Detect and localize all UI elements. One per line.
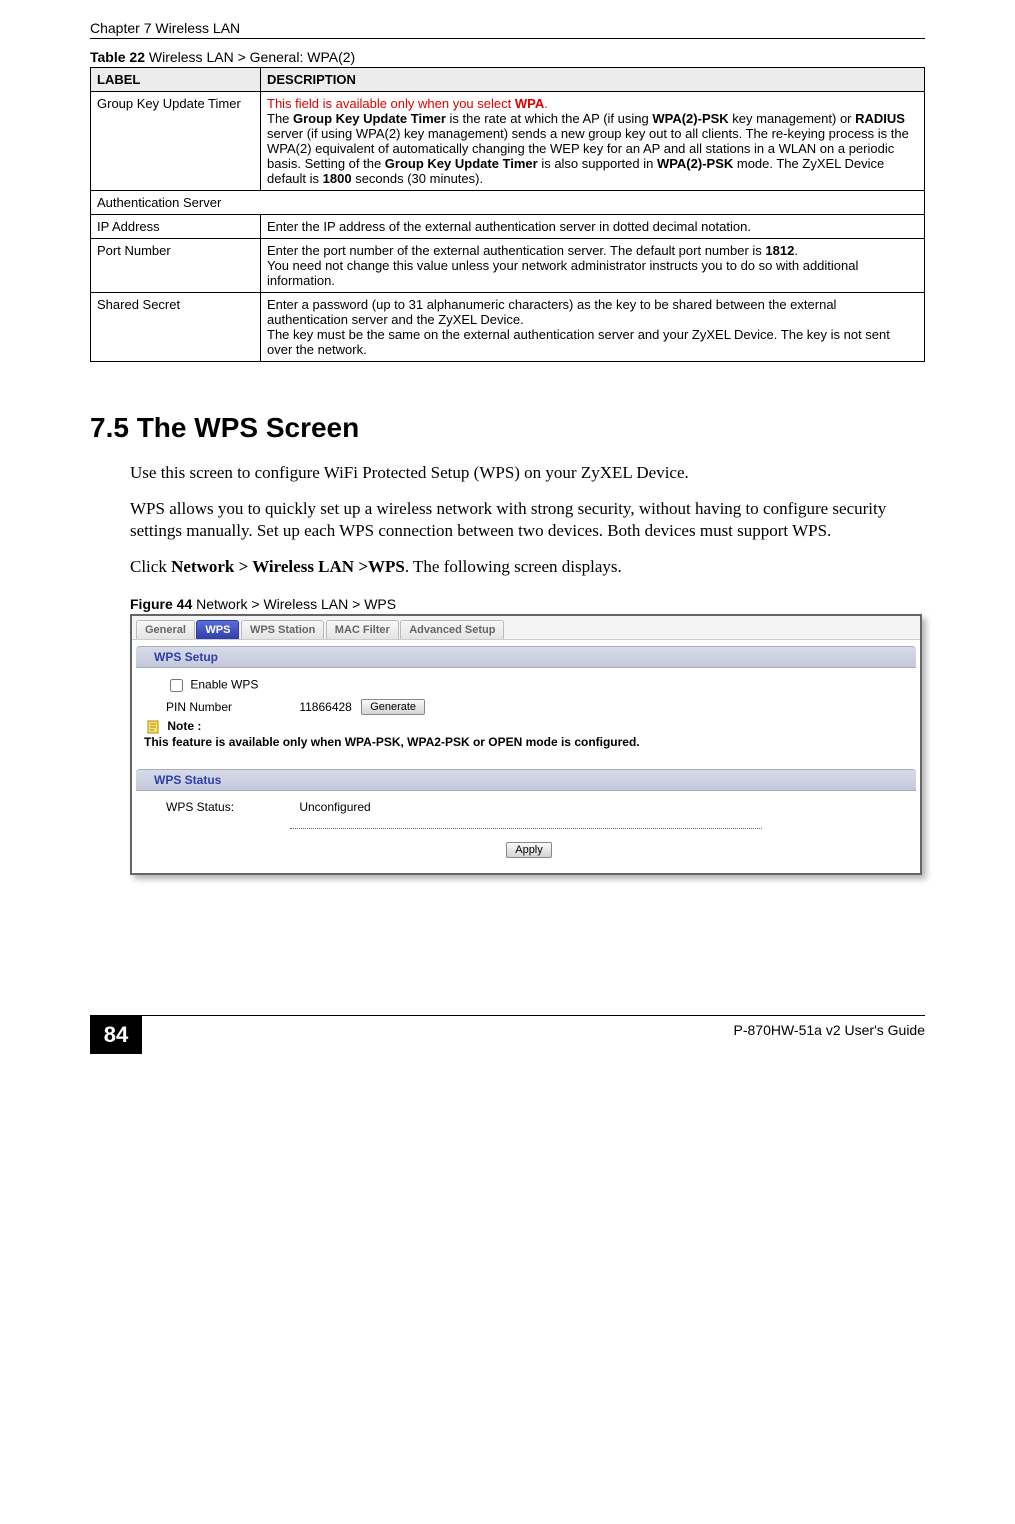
p3b: Network > Wireless LAN > xyxy=(171,557,368,576)
table-row: Shared Secret Enter a password (up to 31… xyxy=(91,293,925,362)
gk-p2e: key management) or xyxy=(729,111,855,126)
figure-number: Figure 44 xyxy=(130,596,192,612)
body-paragraph-1: Use this screen to configure WiFi Protec… xyxy=(130,462,925,484)
gk-p2c: is the rate at which the AP (if using xyxy=(446,111,652,126)
enable-wps-label: Enable WPS xyxy=(190,678,258,692)
ss-d1: Enter a password (up to 31 alphanumeric … xyxy=(267,297,836,327)
row-label-shared-secret: Shared Secret xyxy=(91,293,261,362)
tab-advanced-setup[interactable]: Advanced Setup xyxy=(400,620,504,639)
gk-p2a: The xyxy=(267,111,293,126)
tab-general[interactable]: General xyxy=(136,620,195,639)
row-desc-ip-address: Enter the IP address of the external aut… xyxy=(261,215,925,239)
gk-red-period: . xyxy=(544,96,548,111)
gk-red-prefix: This field is available only when you se… xyxy=(267,96,515,111)
gk-p2f: RADIUS xyxy=(855,111,905,126)
pin-number-label: PIN Number xyxy=(166,700,296,714)
gk-p2d: WPA(2)-PSK xyxy=(652,111,728,126)
panel-body-wps-setup: Enable WPS PIN Number 11866428 Generate … xyxy=(132,668,920,763)
row-label-port-number: Port Number xyxy=(91,239,261,293)
row-label-ip-address: IP Address xyxy=(91,215,261,239)
gk-p2j: WPA(2)-PSK xyxy=(657,156,733,171)
p3d: . The following screen displays. xyxy=(405,557,622,576)
p3c: WPS xyxy=(368,557,405,576)
pn-d2: You need not change this value unless yo… xyxy=(267,258,858,288)
panel-title-wps-setup: WPS Setup xyxy=(136,646,916,668)
row-label-group-key: Group Key Update Timer xyxy=(91,92,261,191)
panel-body-wps-status: WPS Status: Unconfigured xyxy=(132,791,920,828)
note-label: Note : xyxy=(167,720,201,734)
gk-red-wpa: WPA xyxy=(515,96,544,111)
page-footer: 84 P-870HW-51a v2 User's Guide xyxy=(90,1015,925,1054)
body-paragraph-3: Click Network > Wireless LAN >WPS. The f… xyxy=(130,556,925,578)
p3a: Click xyxy=(130,557,171,576)
table-row: Group Key Update Timer This field is ava… xyxy=(91,92,925,191)
row-desc-port-number: Enter the port number of the external au… xyxy=(261,239,925,293)
running-header: Chapter 7 Wireless LAN xyxy=(90,20,925,39)
gk-p2i: is also supported in xyxy=(538,156,657,171)
table-header-desc: DESCRIPTION xyxy=(261,68,925,92)
tab-wps[interactable]: WPS xyxy=(196,620,239,639)
pin-number-value: 11866428 xyxy=(299,700,352,714)
ss-d2: The key must be the same on the external… xyxy=(267,327,890,357)
panel-title-wps-status: WPS Status xyxy=(136,769,916,791)
wps-screenshot: General WPS WPS Station MAC Filter Advan… xyxy=(130,614,922,875)
body-paragraph-2: WPS allows you to quickly set up a wirel… xyxy=(130,498,925,542)
generate-button[interactable]: Generate xyxy=(361,699,425,715)
footer-guide-title: P-870HW-51a v2 User's Guide xyxy=(154,1016,925,1038)
figure-caption: Figure 44 Network > Wireless LAN > WPS xyxy=(130,596,925,612)
table-caption: Table 22 Wireless LAN > General: WPA(2) xyxy=(90,49,925,65)
figure-title: Network > Wireless LAN > WPS xyxy=(192,596,396,612)
description-table: LABEL DESCRIPTION Group Key Update Timer… xyxy=(90,67,925,362)
table-title: Wireless LAN > General: WPA(2) xyxy=(145,49,355,65)
table-header-label: LABEL xyxy=(91,68,261,92)
tab-wps-station[interactable]: WPS Station xyxy=(241,620,324,639)
row-label-auth-server: Authentication Server xyxy=(91,191,925,215)
table-header-row: LABEL DESCRIPTION xyxy=(91,68,925,92)
wps-status-label: WPS Status: xyxy=(166,800,296,814)
pn-d1a: Enter the port number of the external au… xyxy=(267,243,765,258)
gk-p2l: 1800 xyxy=(323,171,352,186)
gk-p2h: Group Key Update Timer xyxy=(385,156,538,171)
note-icon xyxy=(146,719,162,735)
section-heading: 7.5 The WPS Screen xyxy=(90,412,925,444)
tab-mac-filter[interactable]: MAC Filter xyxy=(326,620,399,639)
note-text: This feature is available only when WPA-… xyxy=(144,735,640,749)
row-desc-group-key: This field is available only when you se… xyxy=(261,92,925,191)
pn-d1b: 1812 xyxy=(765,243,794,258)
wps-status-value: Unconfigured xyxy=(299,800,370,814)
table-row: Port Number Enter the port number of the… xyxy=(91,239,925,293)
apply-button[interactable]: Apply xyxy=(506,842,552,858)
gk-p2m: seconds (30 minutes). xyxy=(352,171,484,186)
page-number: 84 xyxy=(90,1016,142,1054)
table-number: Table 22 xyxy=(90,49,145,65)
table-row: Authentication Server xyxy=(91,191,925,215)
gk-p2b: Group Key Update Timer xyxy=(293,111,446,126)
enable-wps-checkbox[interactable] xyxy=(170,679,183,692)
divider xyxy=(290,828,763,829)
tab-bar: General WPS WPS Station MAC Filter Advan… xyxy=(132,616,920,640)
pn-d1c: . xyxy=(794,243,798,258)
table-row: IP Address Enter the IP address of the e… xyxy=(91,215,925,239)
row-desc-shared-secret: Enter a password (up to 31 alphanumeric … xyxy=(261,293,925,362)
